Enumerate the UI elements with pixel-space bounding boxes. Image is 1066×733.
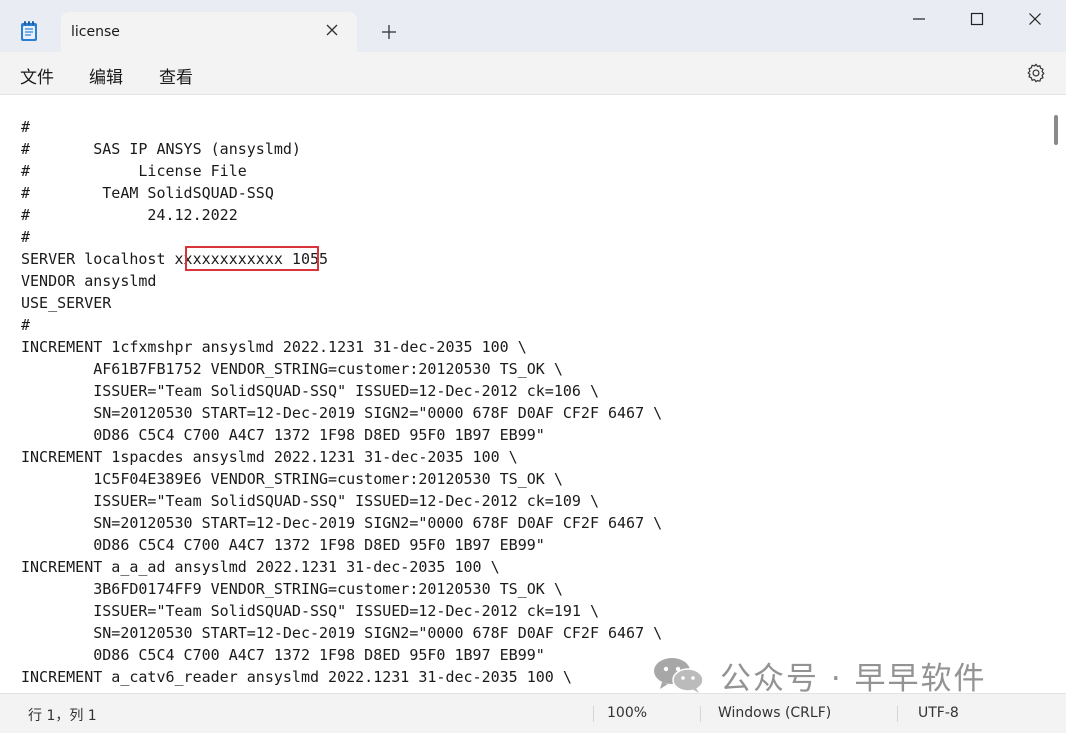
minimize-button[interactable]	[890, 0, 948, 38]
vertical-scrollbar[interactable]	[1054, 115, 1058, 145]
gear-icon[interactable]	[1025, 62, 1047, 84]
tab-license[interactable]: license	[61, 12, 357, 52]
status-divider	[700, 706, 701, 722]
zoom-level[interactable]: 100%	[607, 705, 647, 721]
maximize-button[interactable]	[948, 0, 1006, 38]
line-ending[interactable]: Windows (CRLF)	[718, 705, 831, 721]
status-divider	[897, 706, 898, 722]
notepad-icon	[21, 21, 37, 41]
status-bar: 行 1，列 1 100% Windows (CRLF) UTF-8	[0, 693, 1066, 733]
menu-file[interactable]: 文件	[20, 63, 54, 88]
encoding[interactable]: UTF-8	[918, 705, 959, 721]
watermark: 公众号 · 早早软件	[652, 655, 987, 693]
text-editor[interactable]: # # SAS IP ANSYS (ansyslmd) # License Fi…	[0, 94, 1066, 693]
cursor-position[interactable]: 行 1，列 1	[28, 705, 97, 725]
minimize-icon	[913, 18, 925, 20]
wechat-icon	[654, 658, 704, 693]
title-bar: license	[0, 0, 1066, 52]
window-close-button[interactable]	[1006, 0, 1064, 38]
menu-view[interactable]: 查看	[159, 63, 193, 88]
highlight-box	[185, 246, 319, 271]
watermark-text: 公众号 · 早早软件	[720, 660, 987, 694]
editor-content[interactable]: # # SAS IP ANSYS (ansyslmd) # License Fi…	[21, 116, 662, 688]
plus-icon[interactable]	[380, 23, 398, 41]
maximize-icon	[970, 12, 984, 26]
menu-edit[interactable]: 编辑	[89, 63, 123, 88]
menu-bar: 文件 编辑 查看	[0, 52, 1066, 94]
tab-title: license	[71, 24, 120, 40]
close-icon	[1029, 13, 1041, 25]
status-divider	[593, 706, 594, 722]
close-icon[interactable]	[325, 23, 339, 37]
